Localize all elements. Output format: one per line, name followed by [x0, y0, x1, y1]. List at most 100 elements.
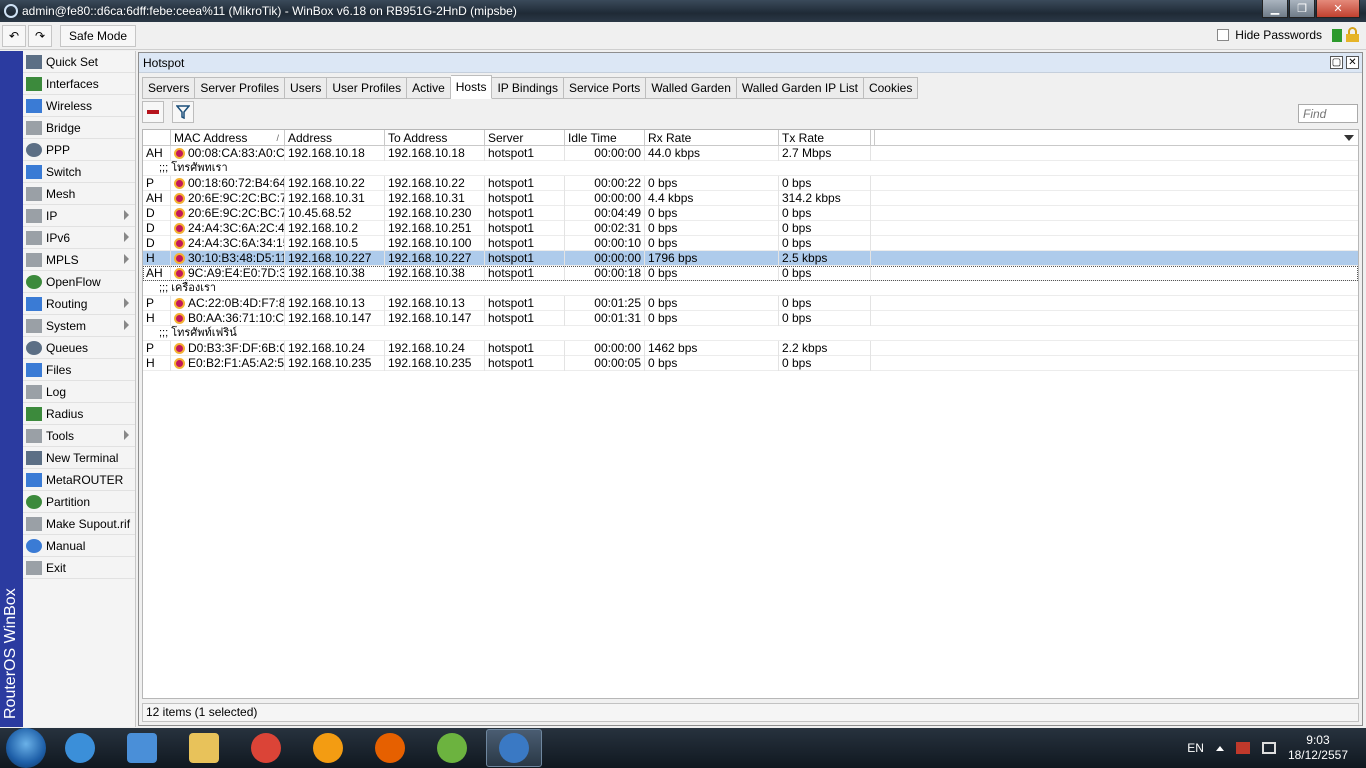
sidebar-item-tools[interactable]: Tools [23, 425, 135, 447]
tab-servers[interactable]: Servers [142, 77, 196, 99]
comment-row: ;;; เครื่องเรา [143, 281, 1358, 296]
find-input[interactable] [1298, 104, 1358, 123]
sidebar-item-exit[interactable]: Exit [23, 557, 135, 579]
taskbar-app-chrome[interactable] [238, 729, 294, 767]
column-header-address[interactable]: Address [285, 130, 385, 146]
action-center-icon[interactable] [1235, 742, 1250, 754]
taskbar-app-media-player[interactable] [114, 729, 170, 767]
submenu-arrow-icon [124, 320, 129, 330]
sidebar-item-quick-set[interactable]: Quick Set [23, 51, 135, 73]
table-row[interactable]: P D0:B3:3F:DF:6B:C7 192.168.10.24 192.168.1… [143, 341, 1358, 356]
cell-address: 192.168.10.24 [285, 341, 385, 356]
tab-service-ports[interactable]: Service Ports [563, 77, 647, 99]
sidebar-item-mesh[interactable]: Mesh [23, 183, 135, 205]
table-row[interactable]: D 20:6E:9C:2C:BC:70 10.45.68.52 192.168.10.… [143, 206, 1358, 221]
hide-passwords-toggle[interactable]: Hide Passwords [1217, 28, 1322, 42]
table-row[interactable]: D 24:A4:3C:6A:2C:4B 192.168.10.2 192.168.10… [143, 221, 1358, 236]
sidebar-item-interfaces[interactable]: Interfaces [23, 73, 135, 95]
tab-cookies[interactable]: Cookies [863, 77, 919, 99]
hide-passwords-checkbox[interactable] [1217, 29, 1230, 41]
taskbar-app-firefox[interactable] [362, 729, 418, 767]
sidebar-item-queues[interactable]: Queues [23, 337, 135, 359]
table-row[interactable]: D 24:A4:3C:6A:34:15 192.168.10.5 192.168.10… [143, 236, 1358, 251]
table-row[interactable]: AH 9C:A9:E4:E0:7D:3C 192.168.10.38 192.168.… [143, 266, 1358, 281]
redo-button[interactable]: ↷ [28, 24, 52, 47]
taskbar-app-utorrent[interactable] [424, 729, 480, 767]
tab-hosts[interactable]: Hosts [450, 75, 493, 99]
column-header-server[interactable]: Server [485, 130, 565, 146]
show-hidden-icons[interactable] [1215, 745, 1224, 751]
host-icon [174, 253, 185, 264]
tab-server-profiles[interactable]: Server Profiles [195, 77, 286, 99]
tab-ip-bindings[interactable]: IP Bindings [492, 77, 564, 99]
column-header-idle-time[interactable]: Idle Time [565, 130, 645, 146]
column-menu-icon[interactable] [1344, 135, 1354, 141]
cell-text: hotspot1 [488, 296, 535, 310]
table-row[interactable]: H E0:B2:F1:A5:A2:56 192.168.10.235 192.168.… [143, 356, 1358, 371]
lock-icon [1346, 27, 1359, 42]
table-row[interactable]: P AC:22:0B:4D:F7:84 192.168.10.13 192.168.1… [143, 296, 1358, 311]
sidebar-item-new-terminal[interactable]: New Terminal [23, 447, 135, 469]
filter-button[interactable] [172, 101, 194, 123]
sidebar-item-wireless[interactable]: Wireless [23, 95, 135, 117]
winbox-app-icon [4, 4, 18, 18]
cell-text: hotspot1 [488, 206, 535, 220]
cell-mac: 20:6E:9C:2C:BC:70 [171, 206, 285, 221]
start-button[interactable] [6, 728, 46, 768]
sidebar-item-ppp[interactable]: PPP [23, 139, 135, 161]
cell-rx: 0 bps [645, 311, 779, 326]
sidebar-item-partition[interactable]: Partition [23, 491, 135, 513]
sidebar-item-radius[interactable]: Radius [23, 403, 135, 425]
taskbar-app-messenger[interactable] [300, 729, 356, 767]
sidebar-item-ip[interactable]: IP [23, 205, 135, 227]
taskbar-app-file-explorer[interactable] [176, 729, 232, 767]
column-header-tx-rate[interactable]: Tx Rate [779, 130, 871, 146]
remove-button[interactable] [142, 101, 164, 123]
cell-text: B0:AA:36:71:10:C9 [188, 311, 285, 325]
table-row[interactable]: H B0:AA:36:71:10:C9 192.168.10.147 192.168.… [143, 311, 1358, 326]
sidebar-item-label: Queues [46, 340, 89, 355]
sidebar-item-bridge[interactable]: Bridge [23, 117, 135, 139]
column-header-flags[interactable] [143, 130, 171, 146]
table-row[interactable]: AH 20:6E:9C:2C:BC:70 192.168.10.31 192.168.… [143, 191, 1358, 206]
safe-mode-button[interactable]: Safe Mode [60, 24, 137, 47]
sidebar-item-routing[interactable]: Routing [23, 293, 135, 315]
tab-user-profiles[interactable]: User Profiles [327, 77, 408, 99]
maximize-button[interactable]: ❐ [1289, 0, 1315, 18]
sidebar-item-system[interactable]: System [23, 315, 135, 337]
close-button[interactable]: ✕ [1316, 0, 1360, 18]
table-row[interactable]: P 00:18:60:72:B4:64 192.168.10.22 192.168.1… [143, 176, 1358, 191]
cell-text: 0 bps [648, 356, 678, 370]
hotspot-title-bar[interactable]: Hotspot [139, 53, 1362, 73]
cell-server: hotspot1 [485, 176, 565, 191]
column-header-to-address[interactable]: To Address [385, 130, 485, 146]
taskbar-app-winbox[interactable] [486, 729, 542, 767]
column-header-rx-rate[interactable]: Rx Rate [645, 130, 779, 146]
system-icon [26, 318, 42, 333]
sidebar-item-metarouter[interactable]: MetaROUTER [23, 469, 135, 491]
hotspot-close-button[interactable]: ✕ [1346, 56, 1359, 69]
sidebar-item-switch[interactable]: Switch [23, 161, 135, 183]
undo-button[interactable]: ↶ [2, 24, 26, 47]
sidebar-item-files[interactable]: Files [23, 359, 135, 381]
minimize-button[interactable]: ▁ [1262, 0, 1288, 18]
network-icon[interactable] [1261, 742, 1276, 754]
sidebar-item-log[interactable]: Log [23, 381, 135, 403]
sidebar-item-ipv6[interactable]: IPv6 [23, 227, 135, 249]
submenu-arrow-icon [124, 298, 129, 308]
sidebar-item-openflow[interactable]: OpenFlow [23, 271, 135, 293]
table-row[interactable]: AH 00:08:CA:83:A0:C3 192.168.10.18 192.168.… [143, 146, 1358, 161]
table-row[interactable]: H 30:10:B3:48:D5:11 192.168.10.227 192.168.… [143, 251, 1358, 266]
tab-walled-garden[interactable]: Walled Garden [646, 77, 737, 99]
taskbar-app-internet-explorer[interactable] [52, 729, 108, 767]
clock[interactable]: 9:03 18/12/2557 [1288, 733, 1348, 763]
sidebar-item-make-supout-rif[interactable]: Make Supout.rif [23, 513, 135, 535]
tab-walled-garden-ip-list[interactable]: Walled Garden IP List [736, 77, 864, 99]
sidebar-item-mpls[interactable]: MPLS [23, 249, 135, 271]
language-indicator[interactable]: EN [1187, 741, 1204, 755]
tab-users[interactable]: Users [285, 77, 328, 99]
tab-active[interactable]: Active [407, 77, 451, 99]
column-header-mac-address[interactable]: MAC Address / [171, 130, 285, 146]
hotspot-maximize-button[interactable]: ▢ [1330, 56, 1343, 69]
sidebar-item-manual[interactable]: Manual [23, 535, 135, 557]
